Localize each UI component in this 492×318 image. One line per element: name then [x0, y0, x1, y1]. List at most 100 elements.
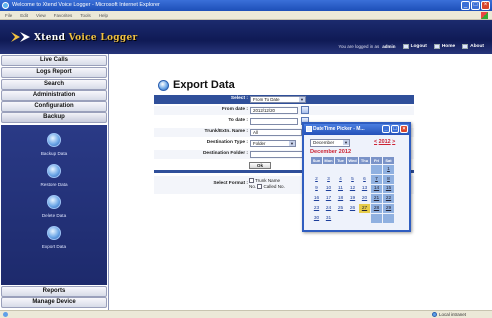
- windows-logo-icon: [481, 12, 488, 19]
- destination-folder-input[interactable]: [250, 151, 304, 158]
- delete-data-icon: [47, 195, 61, 209]
- close-button[interactable]: ×: [481, 1, 490, 10]
- home-link[interactable]: Home: [433, 44, 455, 49]
- app-logo: Xtend Voice Logger: [34, 33, 138, 43]
- year-prev-link[interactable]: <: [374, 139, 377, 145]
- from-date-row: From date : 2012/12/20: [154, 106, 414, 115]
- destination-type-label: Destination Type :: [206, 140, 248, 145]
- menu-favorites[interactable]: Favorites: [54, 11, 73, 19]
- from-date-input[interactable]: 2012/12/20: [250, 107, 298, 114]
- calendar-day[interactable]: 16: [310, 193, 323, 205]
- calendar-day[interactable]: 9: [310, 183, 323, 195]
- trunk-label: Trunk/Extn. Name :: [204, 129, 248, 134]
- picker-title-bar[interactable]: DateTime Picker - M... _ □ ×: [304, 124, 409, 135]
- select-dropdown[interactable]: From To Date ▼: [250, 96, 306, 103]
- calendar-day[interactable]: 24: [322, 203, 335, 214]
- nav-reports[interactable]: Reports: [1, 286, 107, 297]
- calendar-empty-cell: [370, 212, 383, 224]
- nav-administration[interactable]: Administration: [1, 90, 107, 101]
- from-date-label: From date :: [221, 107, 248, 112]
- nav-backup[interactable]: Backup: [1, 112, 107, 123]
- maximize-button[interactable]: □: [471, 1, 480, 10]
- logout-link[interactable]: Logout: [402, 44, 427, 49]
- format-option-called-no[interactable]: No. Called No.: [249, 184, 285, 190]
- calendar-day[interactable]: 11: [334, 183, 347, 195]
- picker-minimize-button[interactable]: _: [382, 125, 390, 133]
- backup-data-item[interactable]: Backup Data: [1, 133, 107, 156]
- calendar-day[interactable]: 23: [310, 203, 323, 214]
- delete-data-item[interactable]: Delete Data: [1, 195, 107, 218]
- calendar-day[interactable]: 13: [358, 183, 371, 195]
- nav-manage-device[interactable]: Manage Device: [1, 297, 107, 308]
- calendar-empty-cell: [370, 164, 383, 175]
- year-value: 2012: [378, 139, 391, 145]
- menu-view[interactable]: View: [36, 11, 46, 19]
- calendar-day[interactable]: 5: [346, 173, 359, 185]
- calendar-day[interactable]: 28: [370, 203, 383, 214]
- nav-search[interactable]: Search: [1, 79, 107, 90]
- menu-edit[interactable]: Edit: [20, 11, 28, 19]
- calendar-day[interactable]: 25: [334, 203, 347, 214]
- weekday-header: Thu: [358, 156, 371, 165]
- browser-menu-bar: File Edit View Favorites Tools Help: [0, 11, 492, 20]
- trunk-input[interactable]: All: [250, 129, 302, 136]
- menu-file[interactable]: File: [5, 11, 12, 19]
- export-data-item[interactable]: Export Data: [1, 226, 107, 249]
- calendar-day[interactable]: 20: [358, 193, 371, 205]
- calendar-day[interactable]: 7: [370, 173, 383, 185]
- calendar-day[interactable]: 18: [334, 193, 347, 205]
- calendar-day[interactable]: 27: [358, 203, 371, 214]
- called-no-checkbox[interactable]: [257, 184, 263, 190]
- calendar-day[interactable]: 2: [310, 173, 323, 185]
- picker-close-button[interactable]: ×: [400, 125, 408, 133]
- calendar-day[interactable]: 19: [346, 193, 359, 205]
- calendar-day[interactable]: 30: [310, 212, 323, 224]
- calendar-empty-cell: [346, 164, 359, 175]
- destination-folder-label: Destination Folder :: [202, 151, 248, 156]
- ok-button[interactable]: Ok: [249, 162, 271, 169]
- nav-configuration[interactable]: Configuration: [1, 101, 107, 112]
- page-status-icon: [3, 312, 8, 317]
- trunk-name-checkbox[interactable]: [249, 178, 254, 184]
- calendar-day[interactable]: 12: [346, 183, 359, 195]
- destination-type-dropdown[interactable]: Folder ▼: [250, 140, 296, 147]
- home-icon: [433, 44, 440, 49]
- calendar-day[interactable]: 3: [322, 173, 335, 185]
- calendar-day[interactable]: 15: [382, 183, 395, 195]
- year-navigator: < 2012 >: [374, 139, 395, 145]
- nav-live-calls[interactable]: Live Calls: [1, 55, 107, 66]
- nav-logs-report[interactable]: Logs Report: [1, 67, 107, 78]
- menu-help[interactable]: Help: [99, 11, 108, 19]
- page-title: Export Data: [158, 79, 235, 91]
- calendar-day[interactable]: 26: [346, 203, 359, 214]
- restore-data-icon: [47, 164, 61, 178]
- calendar-day[interactable]: 31: [322, 212, 335, 224]
- security-zone-label: Local intranet: [438, 312, 466, 317]
- minimize-button[interactable]: _: [461, 1, 470, 10]
- about-link[interactable]: About: [462, 44, 484, 49]
- calendar-day[interactable]: 14: [370, 183, 383, 195]
- calendar-day[interactable]: 21: [370, 193, 383, 205]
- calendar-day[interactable]: 17: [322, 193, 335, 205]
- month-dropdown[interactable]: December ▼: [310, 139, 350, 147]
- about-icon: [462, 44, 469, 49]
- browser-status-bar: Local intranet: [0, 310, 492, 318]
- calendar-day[interactable]: 8: [382, 173, 395, 185]
- browser-title-bar: Welcome to Xtend Voice Logger - Microsof…: [0, 0, 492, 11]
- calendar-day[interactable]: 22: [382, 193, 395, 205]
- calendar-day[interactable]: 29: [382, 203, 395, 214]
- picker-maximize-button[interactable]: □: [391, 125, 399, 133]
- restore-data-item[interactable]: Restore Data: [1, 164, 107, 187]
- calendar-empty-cell: [346, 212, 359, 224]
- calendar-day[interactable]: 6: [358, 173, 371, 185]
- intranet-zone-icon: [431, 312, 437, 317]
- calendar-day[interactable]: 1: [382, 164, 395, 175]
- calendar-day[interactable]: 10: [322, 183, 335, 195]
- from-date-calendar-icon[interactable]: [301, 106, 309, 114]
- calendar-day[interactable]: 4: [334, 173, 347, 185]
- main-content: Export Data Select : From To Date ▼ From …: [110, 54, 492, 310]
- to-date-input[interactable]: [250, 118, 298, 125]
- datetime-picker-window[interactable]: DateTime Picker - M... _ □ × December ▼ <…: [302, 122, 411, 232]
- year-next-link[interactable]: >: [392, 139, 395, 145]
- menu-tools[interactable]: Tools: [80, 11, 91, 19]
